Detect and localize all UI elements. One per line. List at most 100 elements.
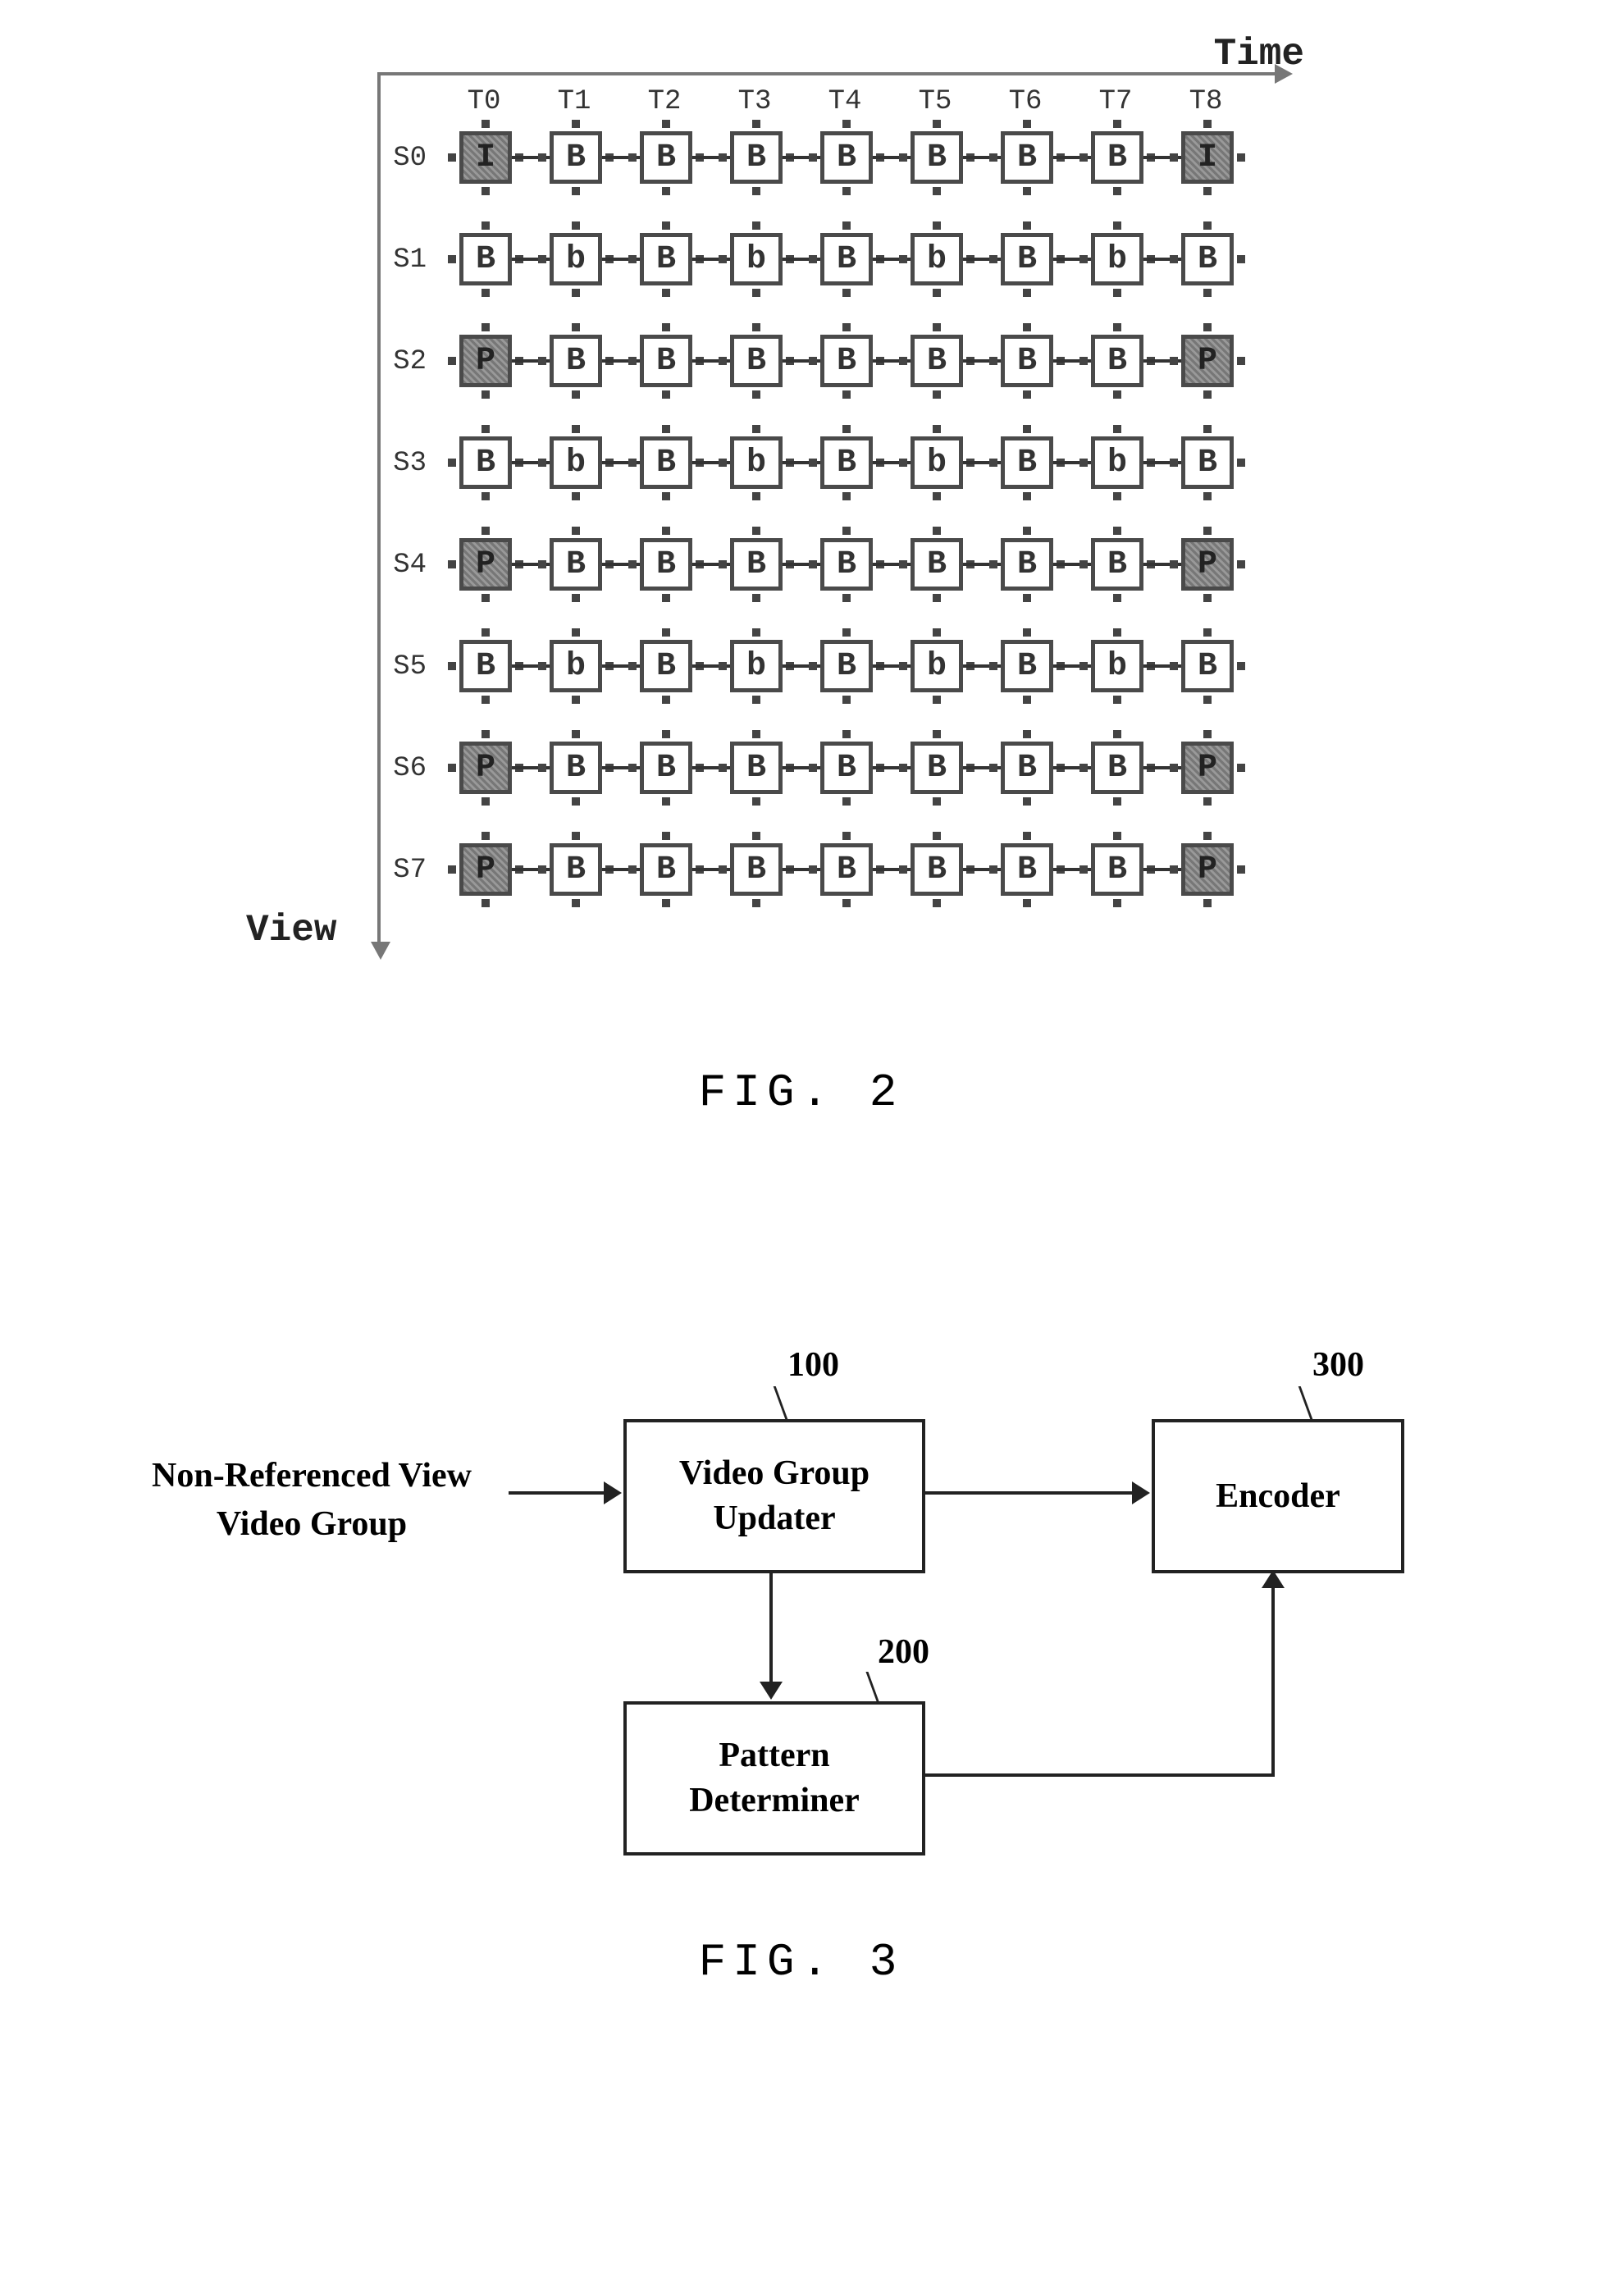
fig2-row-label: S2 (336, 346, 427, 377)
fig2-cell: B (911, 335, 963, 387)
fig2-tick-icon (842, 797, 851, 806)
fig2-tick-icon (1237, 255, 1245, 263)
fig2-tick-icon (842, 492, 851, 500)
fig2-caption: FIG. 2 (0, 1066, 1602, 1119)
fig2-tick-icon (752, 390, 760, 399)
fig2-tick-icon (1203, 594, 1212, 602)
fig2-cell: P (459, 538, 512, 591)
fig2-tick-icon (662, 899, 670, 907)
fig2-tick-icon (719, 255, 727, 263)
fig2-row-label: S5 (336, 651, 427, 682)
fig2-tick-icon (842, 527, 851, 535)
fig2-tick-icon (1079, 764, 1088, 772)
fig2-cell: B (911, 538, 963, 591)
fig2-tick-icon (933, 390, 941, 399)
fig2-tick-icon (1237, 560, 1245, 568)
fig2-col-label: T4 (804, 86, 886, 117)
fig2-tick-icon (933, 696, 941, 704)
fig2-tick-icon (752, 221, 760, 230)
fig2-tick-icon (1113, 187, 1121, 195)
fig3-num-encoder: 300 (1312, 1345, 1364, 1385)
fig3-box-updater-line2: Updater (713, 1499, 835, 1537)
fig2-tick-icon (1023, 797, 1031, 806)
fig2-tick-icon (448, 662, 456, 670)
fig2-tick-icon (1113, 594, 1121, 602)
fig2-tick-icon (989, 764, 997, 772)
fig2-cell: b (911, 436, 963, 489)
fig2-cell: B (730, 335, 783, 387)
fig2-tick-icon (662, 492, 670, 500)
fig2-tick-icon (1203, 832, 1212, 840)
fig2-cell: b (550, 233, 602, 285)
fig2-cell: B (640, 335, 692, 387)
fig3-tick-pattern (865, 1672, 879, 1701)
view-axis-line (377, 74, 381, 943)
fig2-tick-icon (933, 594, 941, 602)
fig3-arrowhead-input-updater-icon (604, 1481, 622, 1504)
fig2-cell: B (730, 843, 783, 896)
fig2-cell: B (1091, 843, 1143, 896)
fig2-cell: b (550, 640, 602, 692)
fig3-box-updater: Video Group Updater (623, 1419, 925, 1573)
fig2-tick-icon (1203, 628, 1212, 637)
fig2-tick-icon (933, 221, 941, 230)
view-axis-arrowhead-icon (371, 942, 390, 960)
fig2-tick-icon (933, 323, 941, 331)
fig2-cell: P (1181, 742, 1234, 794)
fig2-col-label: T7 (1075, 86, 1157, 117)
fig2-row-label: S7 (336, 855, 427, 886)
fig2-cell: B (820, 436, 873, 489)
fig2-tick-icon (628, 764, 637, 772)
fig2-tick-icon (572, 323, 580, 331)
fig2-cell: P (1181, 335, 1234, 387)
fig2-tick-icon (1113, 289, 1121, 297)
fig2-cell: B (1001, 131, 1053, 184)
fig2-cell: B (911, 742, 963, 794)
fig2-tick-icon (1079, 459, 1088, 467)
axis-label-view: View (246, 909, 336, 952)
fig2-cell: B (820, 843, 873, 896)
fig2-tick-icon (572, 628, 580, 637)
fig2-tick-icon (662, 628, 670, 637)
fig2-cell: I (459, 131, 512, 184)
fig2-tick-icon (482, 696, 490, 704)
fig2-cell: B (640, 538, 692, 591)
fig3-caption: FIG. 3 (0, 1936, 1602, 1988)
fig2-tick-icon (899, 153, 907, 162)
fig2-tick-icon (662, 594, 670, 602)
fig2-tick-icon (933, 527, 941, 535)
fig2-tick-icon (1237, 662, 1245, 670)
fig2-cell: P (459, 335, 512, 387)
fig2-cell: B (1001, 436, 1053, 489)
fig3-box-pattern: Pattern Determiner (623, 1701, 925, 1856)
fig2-tick-icon (1170, 255, 1178, 263)
fig2-tick-icon (1203, 390, 1212, 399)
fig2-col-label: T3 (714, 86, 796, 117)
fig2-tick-icon (842, 323, 851, 331)
fig3-box-pattern-line1: Pattern (719, 1737, 829, 1774)
fig2-tick-icon (752, 797, 760, 806)
fig2-tick-icon (842, 899, 851, 907)
time-axis-line (377, 72, 1280, 75)
fig2-tick-icon (1203, 492, 1212, 500)
fig3-arrowhead-pattern-encoder-icon (1262, 1570, 1285, 1588)
fig2-tick-icon (482, 120, 490, 128)
fig2-tick-icon (662, 120, 670, 128)
fig2-tick-icon (628, 662, 637, 670)
fig2-tick-icon (719, 459, 727, 467)
fig2-tick-icon (1113, 832, 1121, 840)
fig2-tick-icon (572, 221, 580, 230)
fig2-tick-icon (989, 357, 997, 365)
fig2-tick-icon (1023, 527, 1031, 535)
fig2-tick-icon (752, 527, 760, 535)
fig2-tick-icon (1203, 120, 1212, 128)
fig3-arrow-input-updater (509, 1491, 607, 1495)
fig2-cell: B (1181, 640, 1234, 692)
fig3: Non-Referenced View Video Group Video Gr… (164, 1329, 1435, 1985)
fig2-cell: b (1091, 436, 1143, 489)
fig2-cell: B (1001, 233, 1053, 285)
fig2-cell: B (459, 436, 512, 489)
fig2-tick-icon (572, 425, 580, 433)
fig2-cell: b (730, 640, 783, 692)
fig2-cell: B (911, 131, 963, 184)
